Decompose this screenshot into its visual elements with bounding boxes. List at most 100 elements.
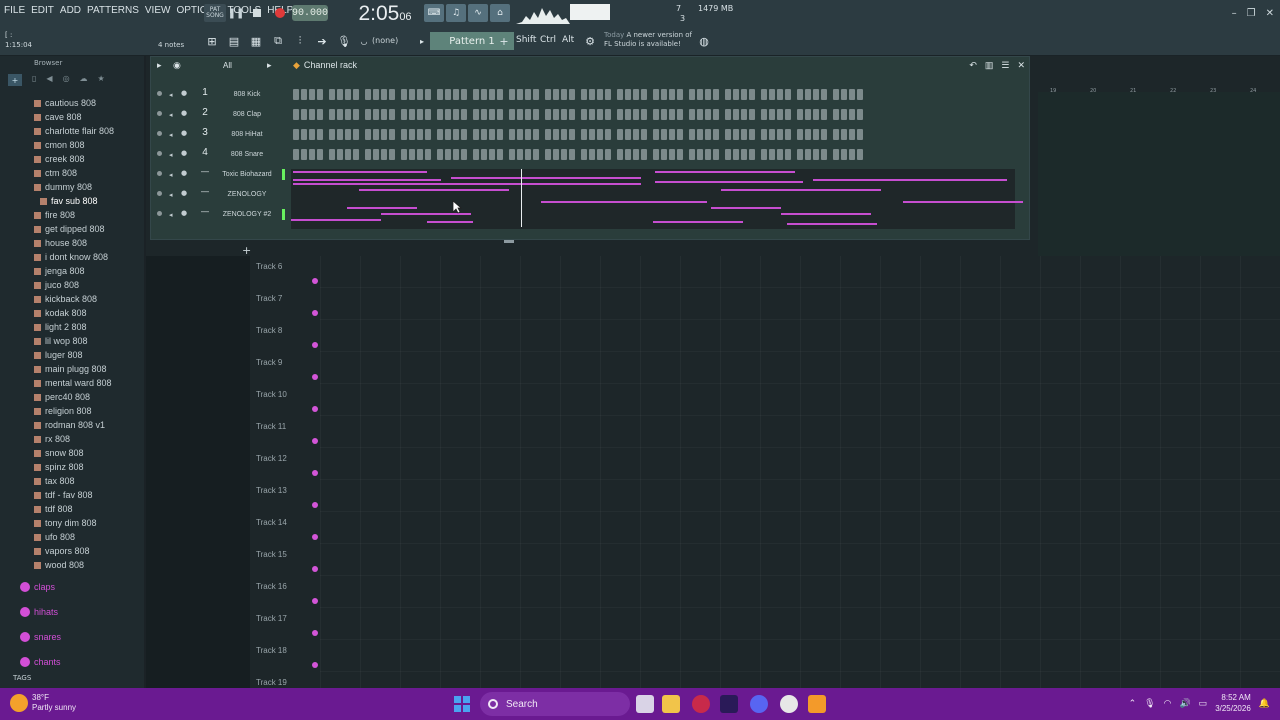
browser-target-icon[interactable]: ◎ [63, 74, 70, 86]
browser-file-item[interactable]: fav sub 808 [0, 194, 144, 208]
step-button[interactable] [437, 149, 443, 160]
step-button[interactable] [569, 89, 575, 100]
step-button[interactable] [705, 109, 711, 120]
typing-keyboard-icon[interactable]: ⌨ [424, 4, 444, 22]
playlist-ruler[interactable]: 19 20 21 22 23 24 [1026, 86, 1280, 98]
menu-add[interactable]: ADD [60, 5, 81, 16]
step-button[interactable] [769, 149, 775, 160]
step-button[interactable] [733, 89, 739, 100]
undo-icon[interactable]: ↶ [969, 60, 977, 71]
step-button[interactable] [733, 149, 739, 160]
step-button[interactable] [833, 129, 839, 140]
step-button[interactable] [309, 149, 315, 160]
step-button[interactable] [425, 129, 431, 140]
step-button[interactable] [489, 109, 495, 120]
step-button[interactable] [569, 149, 575, 160]
step-button[interactable] [605, 129, 611, 140]
browser-file-item[interactable]: cave 808 [0, 110, 144, 124]
step-button[interactable] [813, 149, 819, 160]
piano-roll-icon[interactable]: ▤ [226, 33, 242, 49]
step-button[interactable] [713, 149, 719, 160]
step-button[interactable] [653, 109, 659, 120]
track-mute-dot[interactable] [312, 406, 318, 412]
step-button[interactable] [589, 129, 595, 140]
step-button[interactable] [293, 89, 299, 100]
step-button[interactable] [725, 149, 731, 160]
file-explorer-icon[interactable] [662, 695, 680, 713]
step-button[interactable] [777, 129, 783, 140]
step-button[interactable] [689, 129, 695, 140]
step-button[interactable] [797, 89, 803, 100]
step-button[interactable] [841, 149, 847, 160]
track-mute-dot[interactable] [312, 470, 318, 476]
step-button[interactable] [417, 129, 423, 140]
track-mute-dot[interactable] [312, 598, 318, 604]
browser-back-icon[interactable]: ◀ [46, 74, 52, 86]
step-button[interactable] [849, 89, 855, 100]
step-button[interactable] [553, 129, 559, 140]
step-button[interactable] [445, 129, 451, 140]
menu-edit[interactable]: EDIT [31, 5, 54, 16]
channel-volume-knob-icon[interactable]: ● [181, 109, 187, 117]
step-button[interactable] [633, 129, 639, 140]
news-icon[interactable]: ⚙ [582, 33, 598, 49]
channel-filter[interactable]: All [223, 61, 232, 70]
clock[interactable]: 8:52 AM 3/25/2026 [1215, 692, 1251, 714]
browser-file-item[interactable]: tax 808 [0, 474, 144, 488]
step-button[interactable] [517, 129, 523, 140]
step-button[interactable] [309, 129, 315, 140]
tray-wifi-icon[interactable]: ◠ [1164, 698, 1172, 709]
minimize-icon[interactable]: – [1232, 8, 1237, 19]
channel-name-button[interactable]: 808 HiHat [221, 128, 273, 141]
step-button[interactable] [841, 109, 847, 120]
step-button[interactable] [633, 89, 639, 100]
step-button[interactable] [473, 149, 479, 160]
step-button[interactable] [317, 149, 323, 160]
step-button[interactable] [677, 89, 683, 100]
step-button[interactable] [345, 109, 351, 120]
step-button[interactable] [777, 149, 783, 160]
step-button[interactable] [525, 109, 531, 120]
step-button[interactable] [705, 129, 711, 140]
track-mute-dot[interactable] [312, 310, 318, 316]
step-button[interactable] [345, 149, 351, 160]
step-button[interactable] [785, 149, 791, 160]
step-button[interactable] [641, 129, 647, 140]
step-button[interactable] [805, 89, 811, 100]
step-button[interactable] [713, 89, 719, 100]
step-button[interactable] [813, 109, 819, 120]
step-button[interactable] [381, 149, 387, 160]
step-button[interactable] [741, 129, 747, 140]
notifications-icon[interactable]: 🔔 [1259, 698, 1270, 709]
step-button[interactable] [653, 89, 659, 100]
step-button[interactable] [381, 109, 387, 120]
step-button[interactable] [497, 89, 503, 100]
channel-name-button[interactable]: 808 Kick [221, 88, 273, 101]
step-button[interactable] [353, 89, 359, 100]
step-button[interactable] [769, 109, 775, 120]
browser-file-item[interactable]: snow 808 [0, 446, 144, 460]
step-button[interactable] [425, 149, 431, 160]
channel-mute-toggle[interactable] [157, 131, 162, 136]
step-button[interactable] [661, 89, 667, 100]
step-button[interactable] [473, 89, 479, 100]
channel-mute-toggle[interactable] [157, 171, 162, 176]
step-button[interactable] [725, 89, 731, 100]
arrow-icon[interactable]: ➔ [314, 33, 330, 49]
step-edit-icon[interactable]: ♫ [446, 4, 466, 22]
step-button[interactable] [373, 129, 379, 140]
step-button[interactable] [769, 129, 775, 140]
step-button[interactable] [553, 89, 559, 100]
record-button[interactable] [273, 6, 287, 20]
channel-rack-icon[interactable]: ▦ [248, 33, 264, 49]
browser-folder-snares[interactable]: snares [0, 624, 144, 649]
step-button[interactable] [617, 129, 623, 140]
step-button[interactable] [401, 89, 407, 100]
step-button[interactable] [353, 149, 359, 160]
step-button[interactable] [661, 129, 667, 140]
step-button[interactable] [365, 129, 371, 140]
snap-icon[interactable]: ⊞ [204, 33, 220, 49]
step-button[interactable] [689, 109, 695, 120]
playlist-track-header[interactable]: Track 17 [250, 608, 320, 640]
playlist-track-header[interactable]: Track 13 [250, 480, 320, 512]
